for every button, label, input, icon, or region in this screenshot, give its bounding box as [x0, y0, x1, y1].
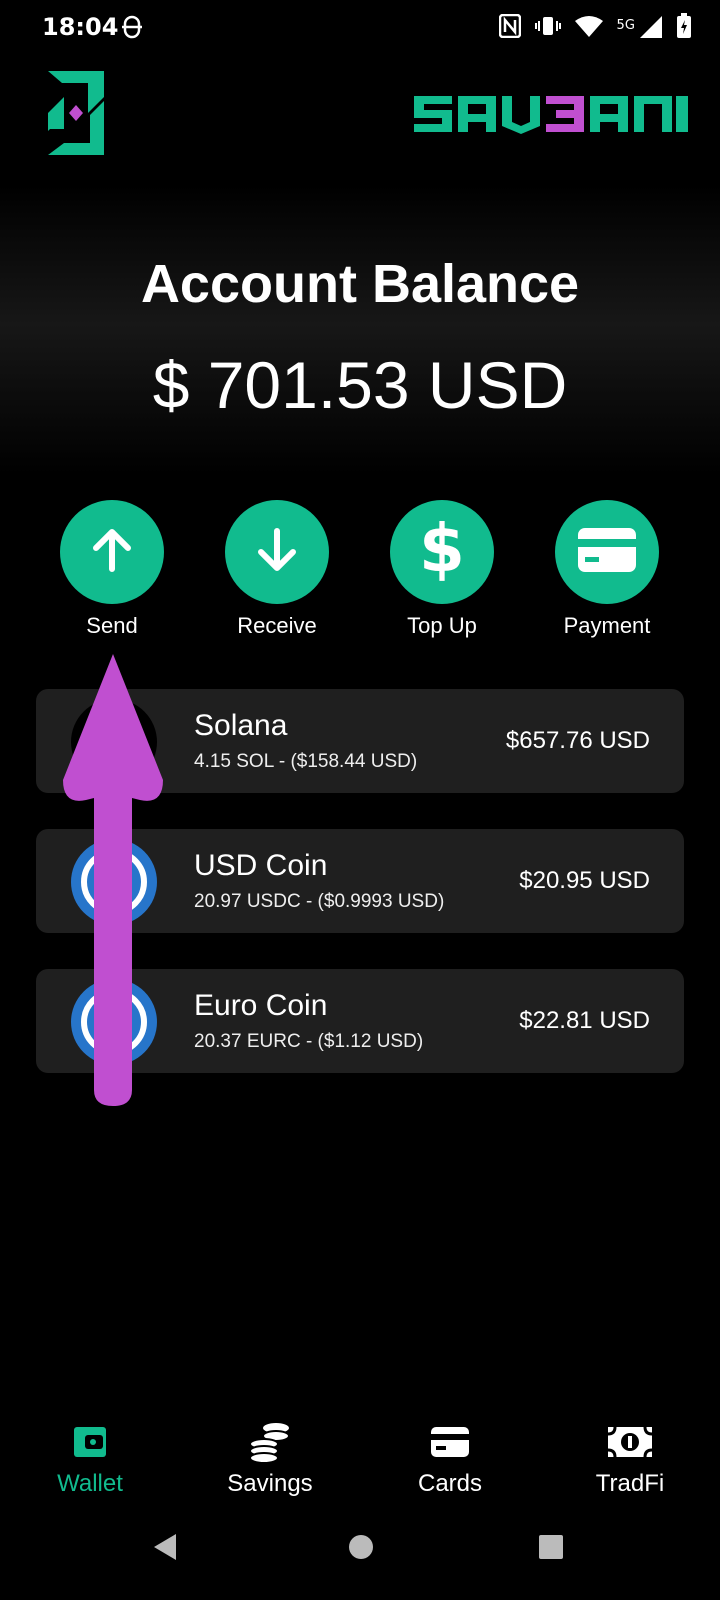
quick-actions: Send Receive $ Top Up Payment	[0, 500, 720, 640]
token-value: $22.81 USD	[519, 1007, 650, 1034]
token-value: $657.76 USD	[505, 727, 650, 754]
balance-title: Account Balance	[140, 254, 580, 314]
arrow-up-icon	[87, 525, 137, 579]
status-bar: 18:04 5G	[0, 0, 720, 56]
card-icon	[577, 527, 637, 577]
token-detail: 20.37 EURC - ($1.12 USD)	[194, 1031, 424, 1052]
status-time: 18:04	[42, 13, 119, 41]
network-type-label: 5G	[616, 18, 635, 33]
wifi-icon	[574, 15, 603, 41]
send-label: Send	[86, 613, 138, 638]
nav-label: Cards	[417, 1470, 483, 1497]
nav-label: Savings	[227, 1470, 313, 1497]
home-icon[interactable]	[348, 1532, 374, 1566]
nav-label: TradFi	[595, 1470, 665, 1497]
recents-icon[interactable]	[538, 1532, 564, 1566]
top-up-button[interactable]: $ Top Up	[372, 500, 512, 639]
nav-wallet[interactable]: Wallet	[10, 1420, 170, 1498]
token-name: Euro Coin	[194, 989, 328, 1022]
receive-button[interactable]: Receive	[207, 500, 347, 639]
nav-cards[interactable]: Cards	[370, 1420, 530, 1498]
balance-background	[0, 185, 720, 475]
receive-label: Receive	[237, 613, 317, 638]
brand-wordmark	[412, 92, 688, 140]
payment-button[interactable]: Payment	[537, 500, 677, 639]
nav-savings[interactable]: Savings	[190, 1420, 350, 1498]
token-value: $20.95 USD	[519, 867, 650, 894]
balance-amount: $ 701.53 USD	[152, 348, 568, 422]
svg-text:$: $	[419, 515, 465, 585]
battery-icon	[676, 13, 692, 43]
wallet-icon	[10, 1420, 170, 1464]
vibrate-icon	[534, 14, 561, 42]
payment-label: Payment	[563, 613, 651, 638]
swipe-up-gesture-arrow	[60, 650, 166, 1114]
app-logo	[48, 71, 104, 159]
payment-circle[interactable]	[555, 500, 659, 604]
token-name: Solana	[194, 709, 288, 742]
system-nav-bar	[0, 1530, 720, 1590]
nav-tradfi[interactable]: TradFi	[550, 1420, 710, 1498]
receive-circle[interactable]	[225, 500, 329, 604]
notification-icon	[122, 14, 142, 44]
token-name: USD Coin	[194, 849, 328, 882]
status-icons: 5G	[498, 13, 692, 43]
send-circle[interactable]	[60, 500, 164, 604]
banknote-icon	[550, 1420, 710, 1464]
coins-stack-icon	[190, 1420, 350, 1464]
top-up-label: Top Up	[407, 613, 477, 638]
top-up-circle[interactable]: $	[390, 500, 494, 604]
card-icon	[370, 1420, 530, 1464]
send-button[interactable]: Send	[42, 500, 182, 639]
token-detail: 4.15 SOL - ($158.44 USD)	[194, 751, 418, 772]
cellular-signal-icon: 5G	[617, 16, 662, 40]
bottom-nav: Wallet Savings Cards TradFi	[0, 1420, 720, 1520]
nav-label: Wallet	[57, 1470, 123, 1497]
back-icon[interactable]	[152, 1532, 178, 1566]
arrow-down-icon	[252, 525, 302, 579]
token-detail: 20.97 USDC - ($0.9993 USD)	[194, 891, 445, 912]
dollar-icon: $	[417, 510, 467, 589]
nfc-icon	[498, 13, 521, 42]
